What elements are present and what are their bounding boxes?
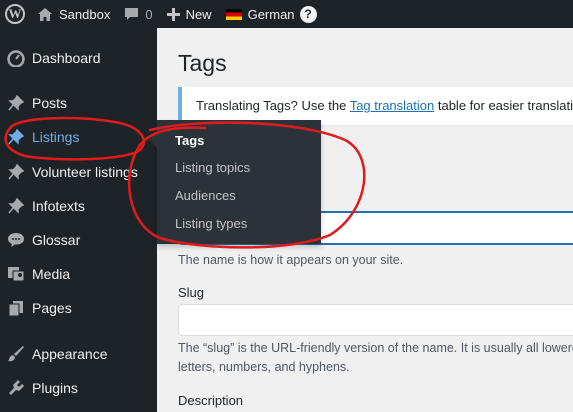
pin-icon bbox=[0, 129, 32, 145]
sidebar-item-dashboard[interactable]: Dashboard bbox=[0, 41, 157, 75]
sidebar-item-label: Infotexts bbox=[32, 198, 85, 214]
comments-link[interactable]: 0 bbox=[117, 0, 159, 28]
sidebar-item-label: Listings bbox=[32, 129, 80, 145]
flyout-item-listing-topics[interactable]: Listing topics bbox=[157, 154, 321, 182]
sidebar-item-label: Posts bbox=[32, 95, 68, 111]
flyout-item-audiences[interactable]: Audiences bbox=[157, 182, 321, 210]
flyout-item-listing-types[interactable]: Listing types bbox=[157, 210, 321, 238]
site-name: Sandbox bbox=[59, 6, 111, 22]
page-title: Tags bbox=[178, 50, 227, 76]
help-icon[interactable]: ? bbox=[299, 5, 317, 23]
sidebar-item-label: Appearance bbox=[32, 346, 108, 362]
dashboard-icon bbox=[0, 49, 32, 67]
site-name-link[interactable]: Sandbox bbox=[30, 0, 117, 28]
sidebar-item-volunteer-listings[interactable]: Volunteer listings bbox=[0, 155, 157, 189]
plugin-icon bbox=[0, 379, 32, 397]
slug-help-text-line2: letters, numbers, and hyphens. bbox=[178, 360, 350, 374]
german-flag-icon bbox=[225, 8, 242, 20]
name-help-text: The name is how it appears on your site. bbox=[178, 253, 404, 267]
admin-sidebar: Dashboard Posts Listings Volunteer listi… bbox=[0, 28, 157, 412]
notice-text-suffix: table for easier translation bbox=[434, 98, 573, 113]
sidebar-item-pages[interactable]: Pages bbox=[0, 291, 157, 325]
slug-help-text-line1: The “slug” is the URL-friendly version o… bbox=[178, 341, 573, 355]
wordpress-logo-icon: W bbox=[5, 4, 25, 24]
sidebar-item-label: Dashboard bbox=[32, 50, 101, 66]
pin-icon bbox=[0, 164, 32, 180]
sidebar-item-media[interactable]: Media bbox=[0, 257, 157, 291]
language-label: German bbox=[247, 6, 295, 22]
admin-bar: W Sandbox 0 New German ? bbox=[0, 0, 573, 28]
comment-bubble-icon bbox=[124, 7, 139, 21]
plus-icon bbox=[166, 7, 180, 21]
comments-count: 0 bbox=[145, 6, 153, 22]
sidebar-item-listings[interactable]: Listings bbox=[0, 120, 157, 154]
pin-icon bbox=[0, 95, 32, 111]
slug-field[interactable] bbox=[178, 304, 573, 336]
language-switcher[interactable]: German ? bbox=[219, 0, 324, 28]
pages-icon bbox=[0, 300, 32, 317]
comment-bubble-icon bbox=[0, 232, 32, 248]
slug-label: Slug bbox=[178, 285, 205, 300]
sidebar-item-label: Pages bbox=[32, 300, 72, 316]
listings-flyout-menu: Tags Listing topics Audiences Listing ty… bbox=[149, 120, 321, 244]
tag-translation-link[interactable]: Tag translation bbox=[350, 98, 435, 113]
sidebar-item-appearance[interactable]: Appearance bbox=[0, 337, 157, 371]
sidebar-item-label: Plugins bbox=[32, 380, 78, 396]
sidebar-item-label: Volunteer listings bbox=[32, 164, 138, 180]
media-icon bbox=[0, 266, 32, 282]
description-label: Description bbox=[178, 393, 244, 408]
new-label: New bbox=[185, 6, 212, 22]
paintbrush-icon bbox=[0, 345, 32, 363]
sidebar-item-glossar[interactable]: Glossar bbox=[0, 223, 157, 257]
sidebar-item-label: Glossar bbox=[32, 232, 81, 248]
sidebar-item-plugins[interactable]: Plugins bbox=[0, 371, 157, 405]
home-icon bbox=[37, 7, 53, 22]
wordpress-logo-button[interactable]: W bbox=[0, 0, 30, 28]
pin-icon bbox=[0, 198, 32, 214]
sidebar-item-label: Media bbox=[32, 266, 71, 282]
new-content-button[interactable]: New bbox=[160, 0, 219, 28]
flyout-item-tags[interactable]: Tags bbox=[157, 128, 321, 154]
sidebar-item-posts[interactable]: Posts bbox=[0, 86, 157, 120]
notice-text-prefix: Translating Tags? Use the bbox=[196, 98, 350, 113]
sidebar-item-infotexts[interactable]: Infotexts bbox=[0, 189, 157, 223]
